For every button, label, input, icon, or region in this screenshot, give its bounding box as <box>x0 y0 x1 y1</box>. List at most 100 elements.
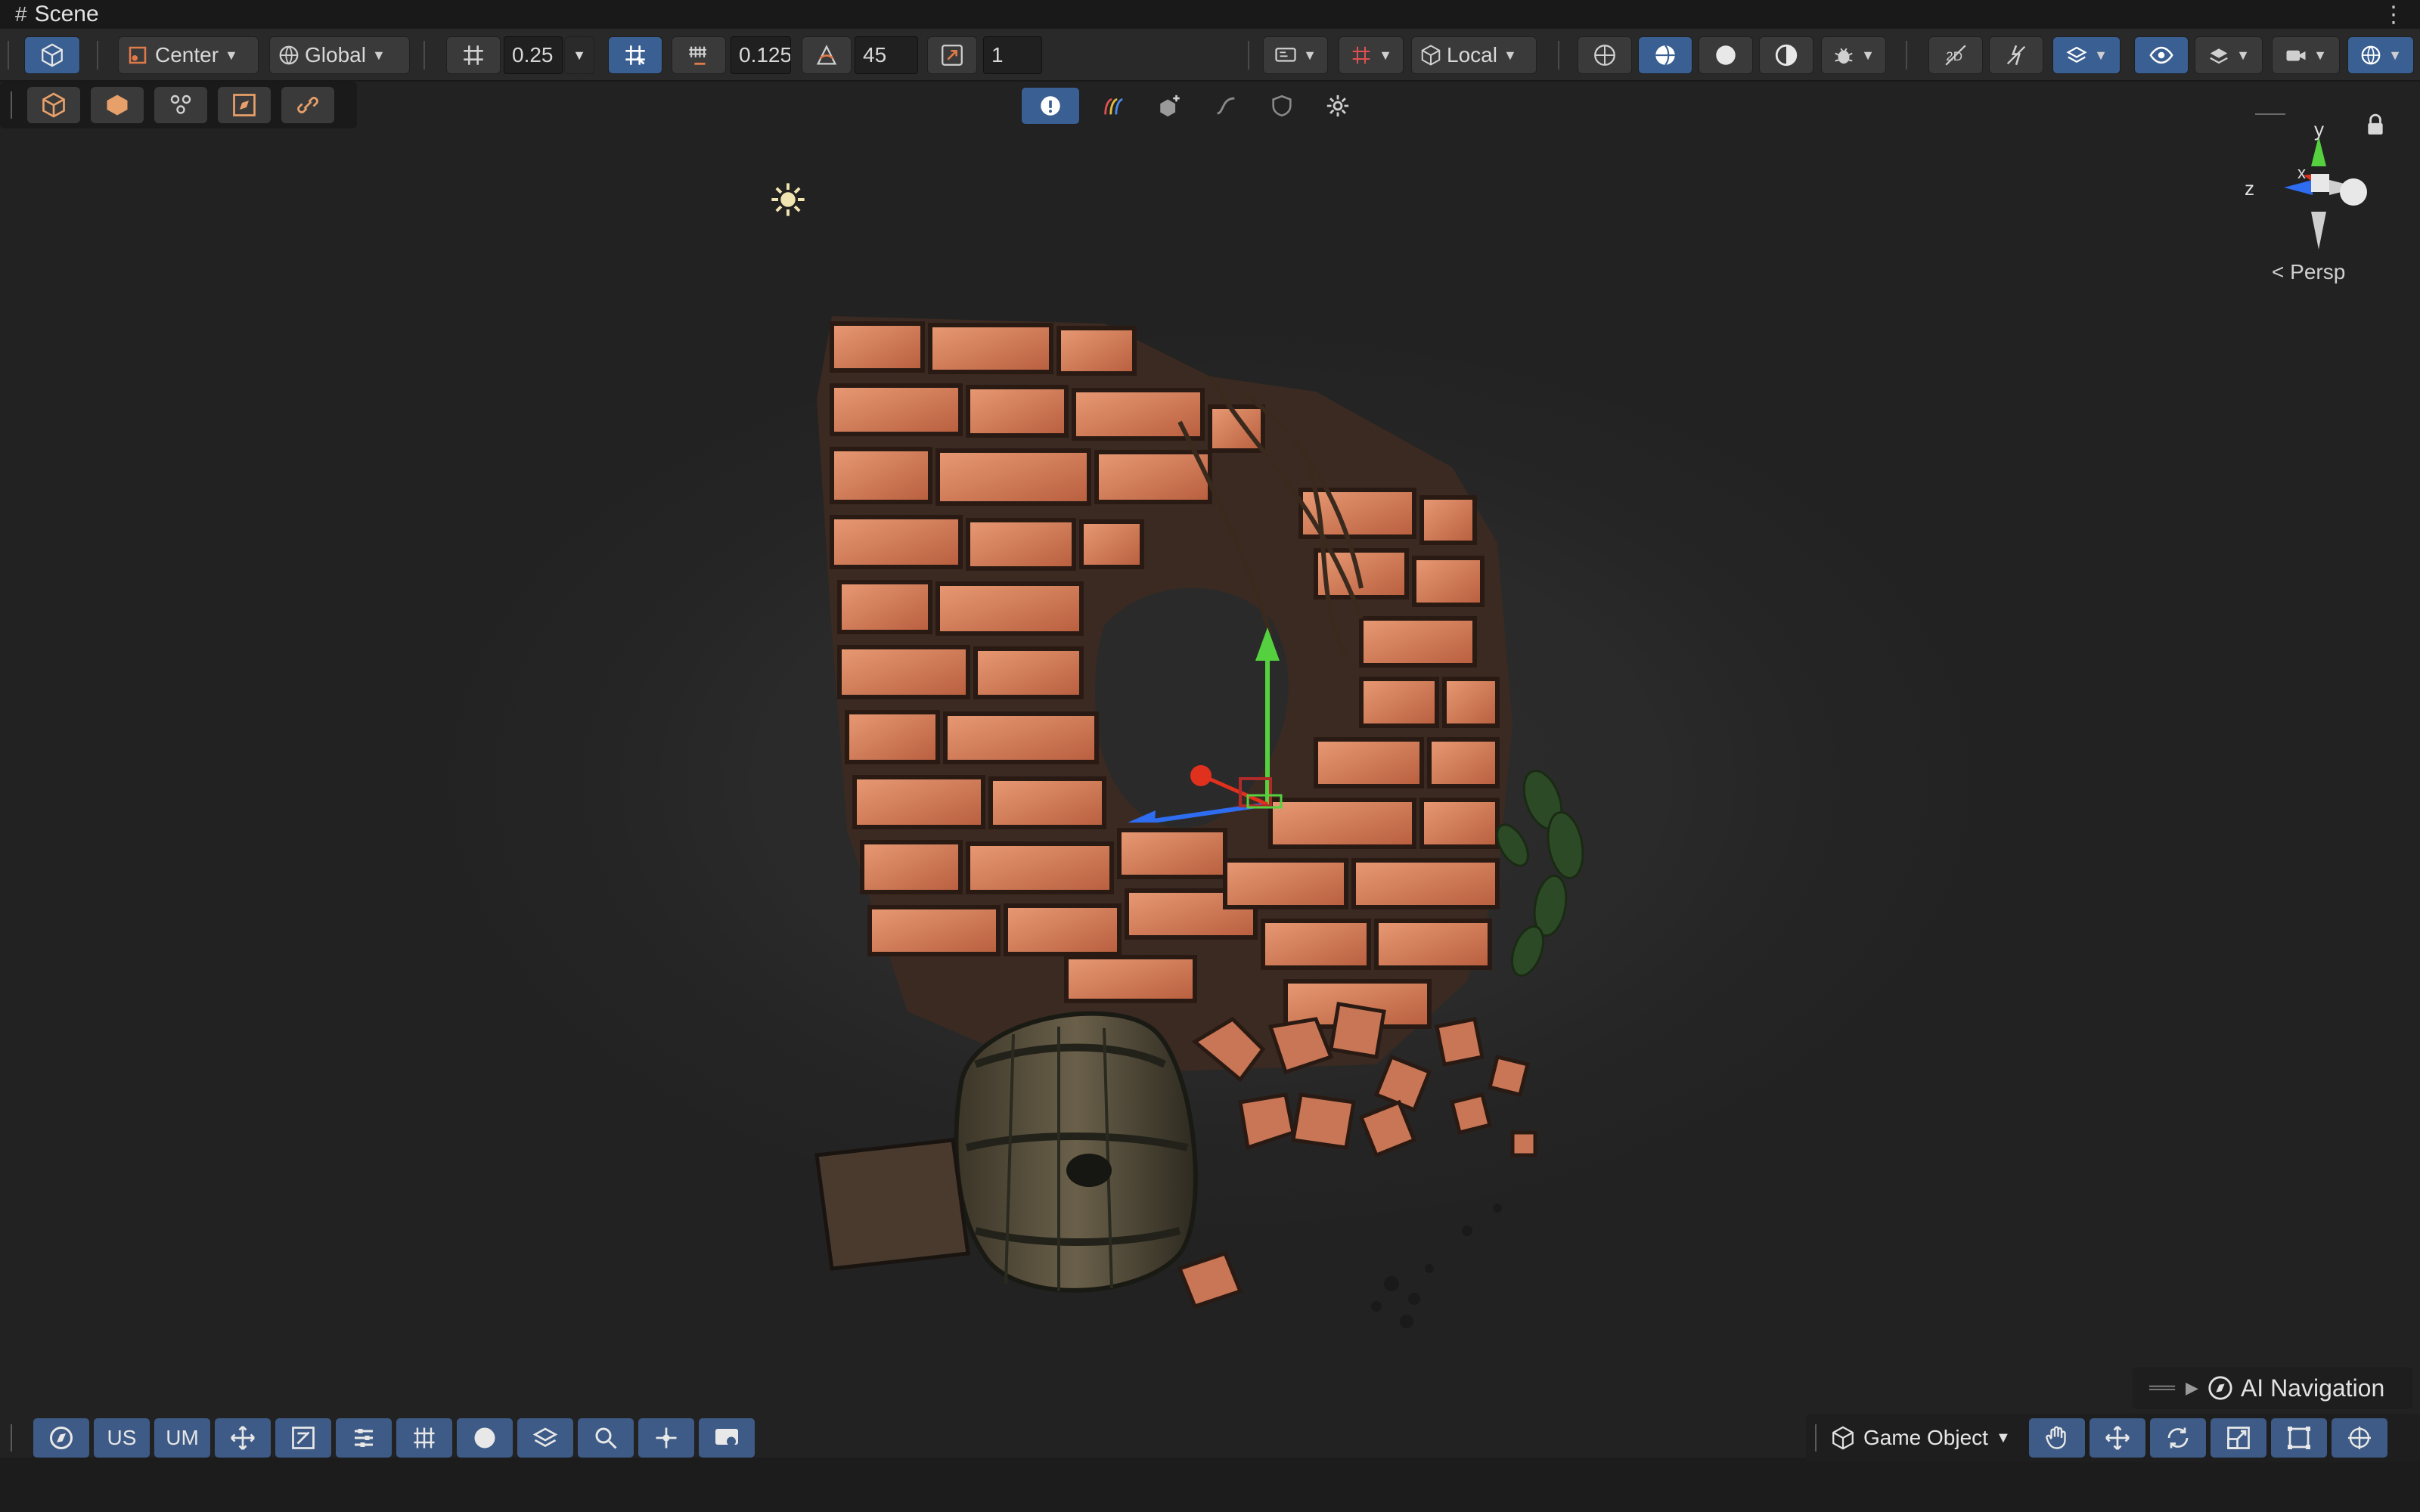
probuilder-link-button[interactable] <box>281 87 334 123</box>
chevron-down-icon: ▼ <box>2236 47 2250 63</box>
sliders-icon <box>355 1429 373 1447</box>
unlit-mode-button[interactable] <box>1759 36 1813 74</box>
grid-snap-button[interactable] <box>446 36 501 74</box>
pivot-rotation-label: Global <box>305 43 366 67</box>
shaded-mode-button[interactable] <box>1699 36 1753 74</box>
move-tool-button[interactable] <box>2089 1418 2145 1458</box>
handle-space-dropdown[interactable]: Local ▼ <box>1411 36 1537 74</box>
gizmo-z-arrow[interactable] <box>1121 810 1156 823</box>
scene-visibility-toggle[interactable] <box>2134 36 2189 74</box>
transform-tool-button[interactable] <box>2331 1418 2387 1458</box>
gizmos-dropdown[interactable]: ▼ <box>2347 36 2414 74</box>
layers-dropdown[interactable]: ▼ <box>2195 36 2263 74</box>
handle-space-label: Local <box>1447 43 1497 67</box>
snap-grid-icon <box>625 45 645 65</box>
lock-icon[interactable] <box>2366 113 2385 136</box>
navmesh-modifier-button[interactable] <box>275 1418 331 1458</box>
pivot-mode-dropdown[interactable]: Center ▼ <box>118 36 259 74</box>
rgb-curves-button[interactable] <box>1087 87 1140 125</box>
ai-navigation-overlay[interactable]: ══ ▶ AI Navigation <box>2133 1367 2412 1409</box>
pivot-rotation-dropdown[interactable]: Global ▼ <box>269 36 410 74</box>
shield-icon <box>1272 94 1292 117</box>
scene-viewport[interactable]: y x z < Persp ══ ▶ AI Navigation <box>0 82 2420 1458</box>
spline-icon <box>1217 97 1235 115</box>
more-options-icon[interactable]: ⋮ <box>2382 2 2405 28</box>
camera-settings-dropdown[interactable]: ▼ <box>2272 36 2340 74</box>
scale-snap-value-field[interactable]: 1 <box>983 36 1042 74</box>
grid-snap-value-field[interactable]: 0.25 <box>504 36 563 74</box>
gizmo-drag-handle[interactable] <box>2255 113 2285 116</box>
projection-toggle[interactable]: < Persp <box>2272 260 2345 284</box>
rotation-snap-button[interactable] <box>802 36 852 74</box>
move-nav-button[interactable] <box>215 1418 271 1458</box>
um-button[interactable]: UM <box>154 1418 210 1458</box>
snapping-options-dropdown[interactable]: ▼ <box>1339 36 1404 74</box>
wireframe-mode-button[interactable] <box>1578 36 1632 74</box>
toolbar-grip[interactable] <box>8 41 10 70</box>
scene-toolbar: Center ▼ Global ▼ 0.25 ▼ 0.125 45 1 ▼ ▼ … <box>0 29 2420 82</box>
sphere-tool-button[interactable] <box>457 1418 513 1458</box>
tool-context-label[interactable]: Game Object <box>1863 1426 1988 1450</box>
grid-snap-icon <box>464 45 483 65</box>
ai-navigation-label: AI Navigation <box>2240 1374 2385 1402</box>
probuilder-edit-button[interactable] <box>218 87 271 123</box>
grid-snap-dropdown[interactable]: ▼ <box>564 36 594 74</box>
overlay-grip[interactable] <box>1815 1424 1818 1452</box>
probuilder-face-mode-button[interactable] <box>91 87 144 123</box>
overlay-settings-button[interactable] <box>1311 87 1364 125</box>
directional-light-icon[interactable] <box>768 180 808 219</box>
expand-arrow-icon[interactable]: ▶ <box>2186 1378 2198 1398</box>
scene-lighting-toggle[interactable] <box>1989 36 2043 74</box>
layers-icon <box>2210 48 2228 64</box>
solid-sphere-icon <box>1716 45 1736 65</box>
grid-hatch-icon <box>414 1427 435 1448</box>
increment-snap-button[interactable] <box>672 36 726 74</box>
overlay-grip-icon[interactable]: ══ <box>2149 1377 2175 1399</box>
probuilder-object-mode-button[interactable] <box>27 87 80 123</box>
screen-capture-button[interactable] <box>699 1418 755 1458</box>
spline-tool-button[interactable] <box>1199 87 1252 125</box>
auto-snap-toggle[interactable] <box>608 36 662 74</box>
scale-tool-button[interactable] <box>2210 1418 2266 1458</box>
compass-tool-button[interactable] <box>33 1418 89 1458</box>
overlay-grip[interactable] <box>11 1424 14 1452</box>
window-title[interactable]: Scene <box>35 2 99 27</box>
2d-mode-toggle[interactable]: 2D <box>1928 36 1983 74</box>
us-button[interactable]: US <box>94 1418 150 1458</box>
move-arrows-icon <box>2105 1426 2130 1450</box>
rotation-snap-value-field[interactable]: 45 <box>855 36 918 74</box>
probuilder-vertex-mode-button[interactable] <box>154 87 207 123</box>
ruined-wall-model[interactable] <box>786 301 1634 1344</box>
effects-dropdown[interactable]: ▼ <box>2052 36 2121 74</box>
shaded-wireframe-mode-button[interactable] <box>1638 36 1692 74</box>
search-button[interactable] <box>578 1418 634 1458</box>
settings-sliders-button[interactable] <box>336 1418 392 1458</box>
toolbar-separator <box>1906 41 1908 70</box>
shaded-wire-sphere-icon <box>1655 45 1675 66</box>
add-object-button[interactable] <box>1143 87 1196 125</box>
pivot-center-icon <box>129 46 147 64</box>
move-transform-gizmo[interactable] <box>1089 581 1316 823</box>
gizmo-x-axis[interactable] <box>1204 775 1269 807</box>
tool-settings-button[interactable] <box>24 36 80 74</box>
rect-tool-button[interactable] <box>2270 1418 2327 1458</box>
scale-snap-icon <box>942 45 963 66</box>
navmesh-grid-button[interactable] <box>396 1418 452 1458</box>
crosshair-move-icon <box>656 1427 677 1448</box>
shield-tool-button[interactable] <box>1255 87 1308 125</box>
gizmo-y-arrow[interactable] <box>1255 627 1280 661</box>
overlay-toolbar-center <box>1021 86 1384 125</box>
rotate-icon <box>2167 1427 2189 1448</box>
viewpoint-dropdown[interactable]: ▼ <box>1263 36 1328 74</box>
rotate-tool-button[interactable] <box>2149 1418 2206 1458</box>
agent-move-button[interactable] <box>638 1418 694 1458</box>
chevron-down-icon[interactable]: ▼ <box>1996 1430 2011 1447</box>
hand-tool-button[interactable] <box>2028 1418 2085 1458</box>
gizmo-x-handle[interactable] <box>1190 765 1212 786</box>
scale-snap-button[interactable] <box>927 36 977 74</box>
increment-snap-value-field[interactable]: 0.125 <box>731 36 791 74</box>
info-overlay-toggle[interactable] <box>1021 87 1080 125</box>
overlay-grip[interactable] <box>11 91 14 119</box>
debug-draw-mode-dropdown[interactable]: ▼ <box>1821 36 1886 74</box>
surface-tool-button[interactable] <box>517 1418 573 1458</box>
